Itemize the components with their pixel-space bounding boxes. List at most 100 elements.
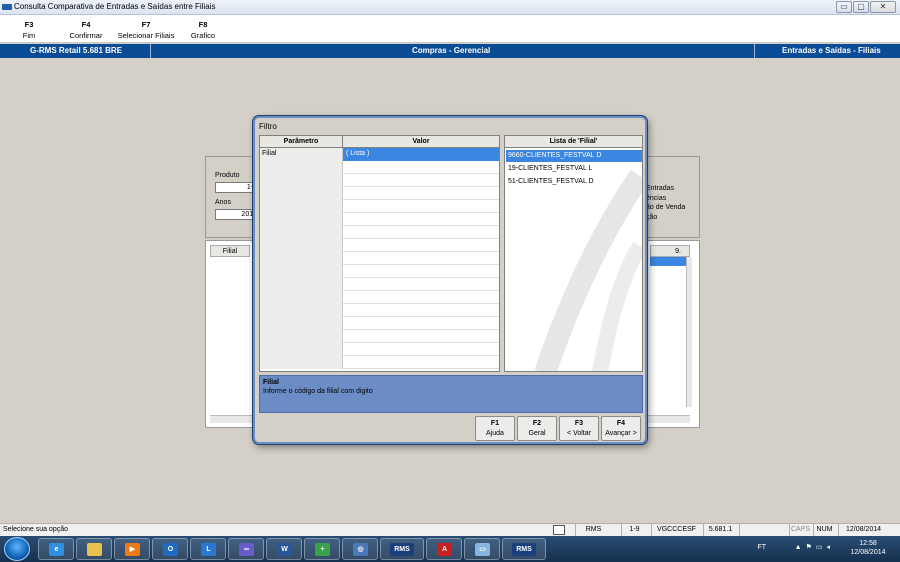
valor-cell[interactable] (343, 187, 499, 200)
param-cell (260, 187, 343, 200)
param-cell (260, 161, 343, 174)
grid-vertical-scrollbar[interactable] (686, 257, 692, 407)
param-cell (260, 213, 343, 226)
avancar-button[interactable]: F4 Avançar > (601, 416, 641, 441)
table-row[interactable] (260, 161, 499, 174)
status-cell: 5.681.1 (703, 524, 737, 536)
valor-cell[interactable] (343, 239, 499, 252)
table-row[interactable] (260, 265, 499, 278)
table-row[interactable] (260, 174, 499, 187)
valor-cell[interactable] (343, 291, 499, 304)
table-row[interactable] (260, 356, 499, 369)
table-row[interactable] (260, 304, 499, 317)
table-row[interactable] (260, 291, 499, 304)
f4-confirmar-button[interactable]: F4 Confirmar (66, 19, 106, 41)
status-cell (739, 524, 787, 536)
table-row[interactable] (260, 200, 499, 213)
valor-cell[interactable] (343, 265, 499, 278)
valor-cell[interactable]: ( Lista ) (343, 148, 499, 161)
list-item[interactable]: 9660-CLIENTES_FESTVAL D (506, 150, 642, 162)
col-header-parametro: Parâmetro (260, 136, 343, 148)
valor-cell[interactable] (343, 356, 499, 369)
grid-header-right: 9. (650, 245, 690, 257)
app-icon (2, 4, 12, 10)
screen-name: Entradas e Saídas - Filiais (782, 46, 881, 55)
word-icon[interactable]: W (266, 538, 302, 560)
close-button[interactable]: ✕ (870, 1, 896, 13)
table-row[interactable] (260, 226, 499, 239)
valor-cell[interactable] (343, 200, 499, 213)
outlook-icon[interactable]: O (152, 538, 188, 560)
table-row[interactable] (260, 278, 499, 291)
language-indicator[interactable]: FT (757, 543, 766, 552)
status-num: NUM (813, 524, 835, 536)
dialog-title: Filtro (259, 122, 277, 131)
option-transferencias[interactable]: ências (646, 195, 666, 202)
f8-grafico-button[interactable]: F8 Grafico (188, 19, 218, 41)
status-doc-icon (553, 525, 565, 535)
valor-cell[interactable] (343, 252, 499, 265)
valor-cell[interactable] (343, 161, 499, 174)
window-icon[interactable]: ▭ (464, 538, 500, 560)
meeting-icon[interactable]: ∞ (228, 538, 264, 560)
anos-label: Anos (215, 199, 231, 206)
option-entradas[interactable]: Entradas (646, 185, 674, 192)
voltar-button[interactable]: F3 < Voltar (559, 416, 599, 441)
function-key-bar: F3 Fim F4 Confirmar F7 Selecionar Filiais F… (0, 15, 900, 43)
clock[interactable]: 12:58 12/08/2014 (844, 539, 892, 557)
param-cell (260, 278, 343, 291)
rms-app-icon-2[interactable]: RMS (502, 538, 546, 560)
ie-icon[interactable]: e (38, 538, 74, 560)
minimize-button[interactable]: ▭ (836, 1, 852, 13)
valor-cell[interactable] (343, 343, 499, 356)
filtro-dialog: Filtro Parâmetro Valor Filial ( Lista ) … (253, 116, 647, 444)
table-row[interactable] (260, 187, 499, 200)
status-cell: VGCCCESF (651, 524, 701, 536)
valor-cell[interactable] (343, 317, 499, 330)
explorer-icon[interactable] (76, 538, 112, 560)
param-cell (260, 291, 343, 304)
status-bar: Selecione sua opção RMS 1-9 VGCCCESF 5.6… (0, 523, 900, 536)
table-row[interactable] (260, 343, 499, 356)
status-cell: RMS (575, 524, 611, 536)
maximize-button[interactable]: ▢ (853, 1, 869, 13)
acrobat-icon[interactable]: A (426, 538, 462, 560)
ajuda-button[interactable]: F1 Ajuda (475, 416, 515, 441)
option-venda[interactable]: ão de Venda (646, 204, 685, 211)
option-other[interactable]: ção (646, 214, 657, 221)
calculator-icon[interactable]: + (304, 538, 340, 560)
rms-app-icon[interactable]: RMS (380, 538, 424, 560)
param-cell (260, 239, 343, 252)
f3-fim-button[interactable]: F3 Fim (18, 19, 40, 41)
table-row[interactable]: Filial ( Lista ) (260, 148, 499, 161)
param-cell (260, 226, 343, 239)
start-button[interactable] (4, 537, 30, 561)
f7-selecionar-filiais-button[interactable]: F7 Selecionar Filiais (116, 19, 176, 41)
param-cell (260, 304, 343, 317)
help-text: Informe o código da filial com digito (263, 388, 373, 395)
valor-cell[interactable] (343, 304, 499, 317)
lync-icon[interactable]: L (190, 538, 226, 560)
valor-cell[interactable] (343, 278, 499, 291)
module-header-bar: G-RMS Retail 5.681 BRE Compras - Gerenci… (0, 44, 900, 58)
tray-icons[interactable]: ▲⚑▭◂ (795, 543, 834, 552)
geral-button[interactable]: F2 Geral (517, 416, 557, 441)
valor-cell[interactable] (343, 213, 499, 226)
table-row[interactable] (260, 213, 499, 226)
system-version: G-RMS Retail 5.681 BRE (30, 46, 123, 55)
valor-cell[interactable] (343, 226, 499, 239)
list-item[interactable]: 19-CLIENTES_FESTVAL L (506, 163, 642, 175)
list-item[interactable]: 51-CLIENTES_FESTVAL D (506, 176, 642, 188)
param-cell (260, 343, 343, 356)
valor-cell[interactable] (343, 330, 499, 343)
table-row[interactable] (260, 330, 499, 343)
status-date: 12/08/2014 (838, 524, 888, 536)
media-player-icon[interactable]: ▶ (114, 538, 150, 560)
table-row[interactable] (260, 252, 499, 265)
app-icon[interactable]: ◎ (342, 538, 378, 560)
table-row[interactable] (260, 239, 499, 252)
table-row[interactable] (260, 317, 499, 330)
produto-label: Produto (215, 172, 240, 179)
valor-cell[interactable] (343, 174, 499, 187)
status-cell: 1-9 (621, 524, 647, 536)
